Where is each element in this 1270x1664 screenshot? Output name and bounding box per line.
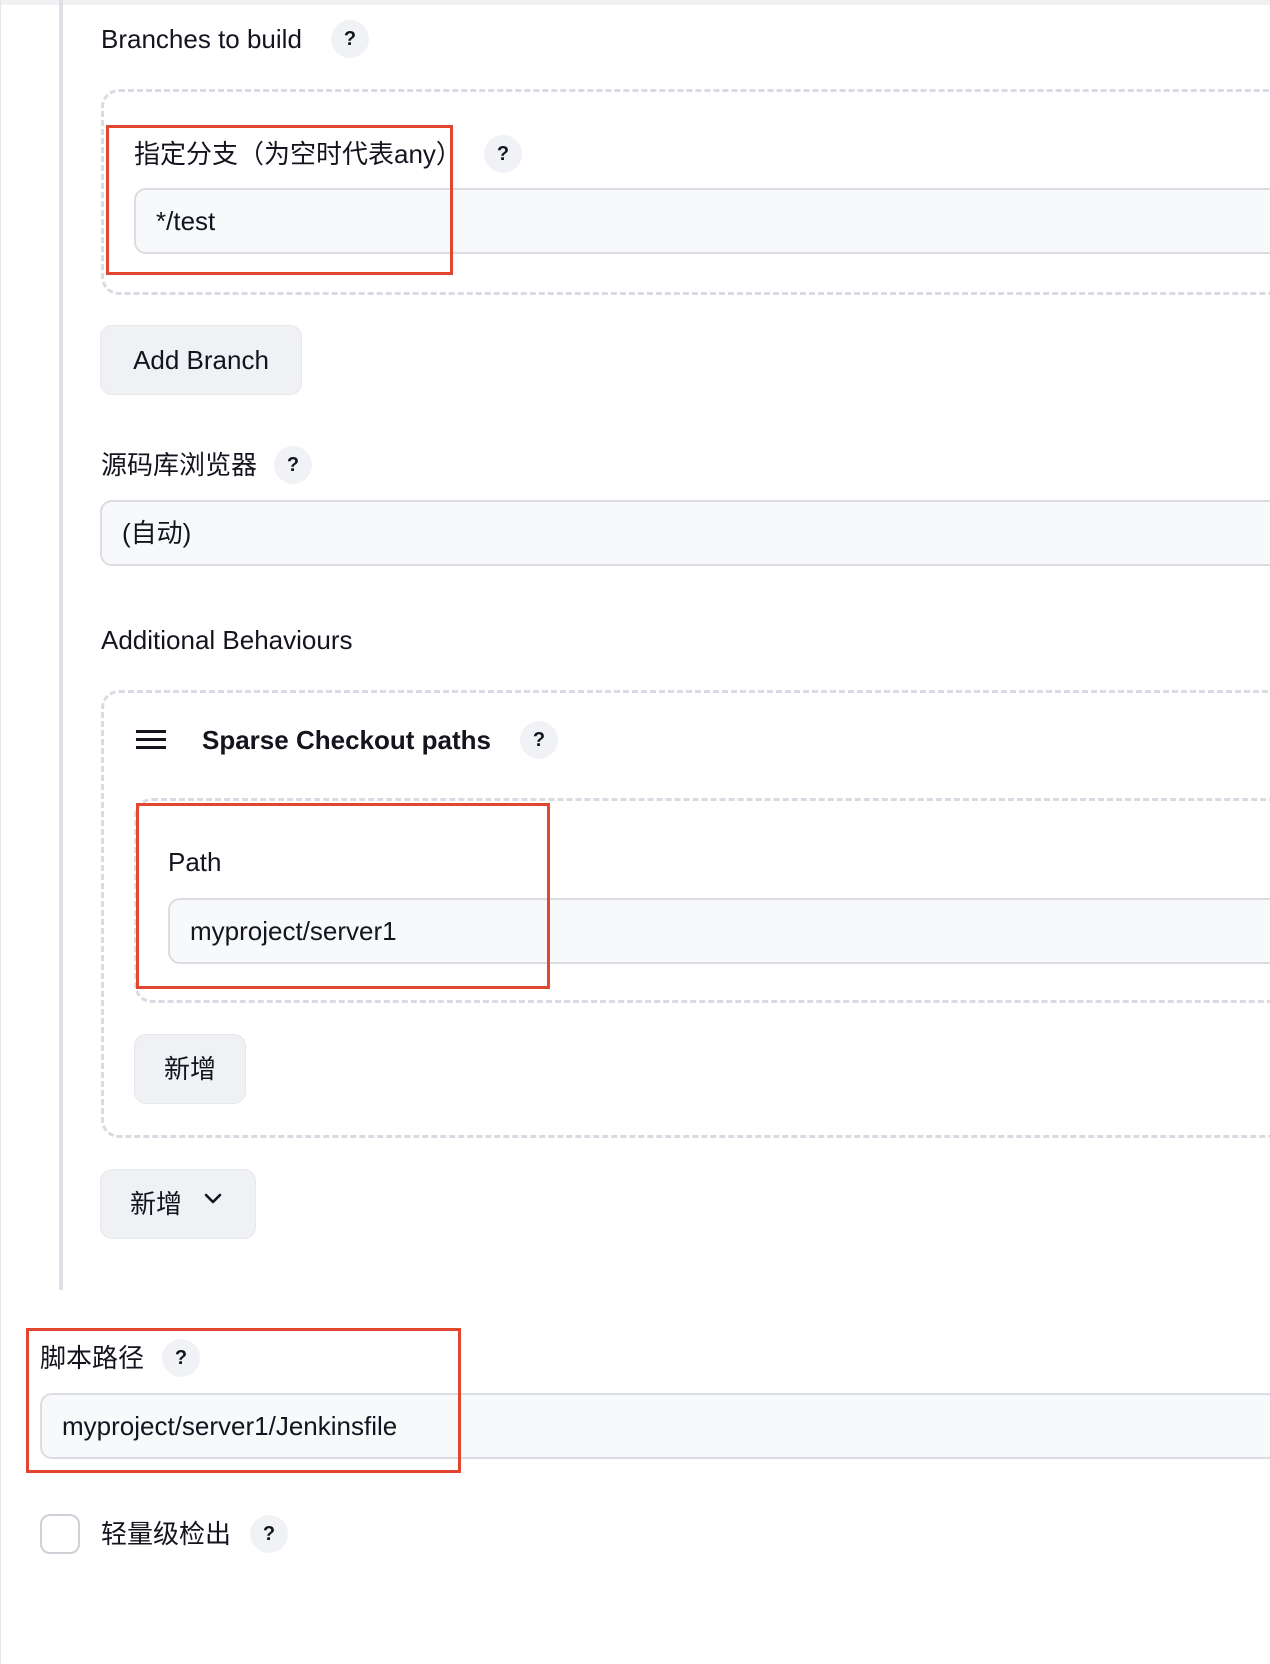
- help-icon[interactable]: ?: [484, 135, 522, 173]
- help-icon[interactable]: ?: [274, 446, 312, 484]
- path-label: Path: [168, 847, 222, 877]
- script-path-input[interactable]: myproject/server1/Jenkinsfile: [40, 1393, 1270, 1459]
- path-input[interactable]: myproject/server1: [168, 898, 1270, 964]
- drag-handle-icon[interactable]: [136, 730, 166, 750]
- top-divider: [0, 0, 1270, 5]
- sparse-checkout-title: Sparse Checkout paths: [202, 725, 491, 755]
- lightweight-checkout-checkbox[interactable]: [40, 1514, 80, 1554]
- add-path-button[interactable]: 新增: [134, 1034, 246, 1104]
- help-icon[interactable]: ?: [520, 721, 558, 759]
- help-icon[interactable]: ?: [162, 1339, 200, 1377]
- help-icon[interactable]: ?: [331, 20, 369, 58]
- help-icon[interactable]: ?: [250, 1515, 288, 1553]
- chevron-down-icon: [204, 1193, 222, 1204]
- branch-specifier-input[interactable]: */test: [134, 188, 1270, 254]
- branches-to-build-label: Branches to build: [101, 24, 302, 54]
- lightweight-checkout-label: 轻量级检出: [101, 1519, 232, 1549]
- page-left-edge: [0, 0, 1, 1664]
- repo-browser-select[interactable]: (自动): [100, 500, 1270, 566]
- section-indent-rule: [59, 0, 63, 1290]
- add-branch-button[interactable]: Add Branch: [100, 325, 302, 395]
- script-path-label: 脚本路径: [40, 1343, 145, 1373]
- additional-behaviours-label: Additional Behaviours: [101, 625, 353, 655]
- branch-specifier-label: 指定分支（为空时代表any）: [134, 139, 462, 169]
- add-behaviour-label: 新增: [130, 1189, 183, 1219]
- repo-browser-label: 源码库浏览器: [101, 450, 258, 480]
- add-behaviour-dropdown[interactable]: 新增: [100, 1169, 256, 1239]
